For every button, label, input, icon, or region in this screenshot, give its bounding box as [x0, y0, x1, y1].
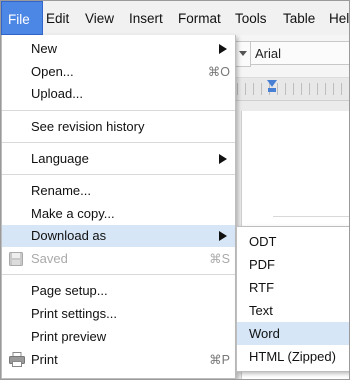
app-window: File Edit View Insert Format Tools Table…: [0, 0, 350, 380]
menu-edit[interactable]: Edit: [46, 1, 69, 35]
menu-table[interactable]: Table: [283, 1, 315, 35]
file-menu: New Open... ⌘O Upload... See revision hi…: [1, 35, 236, 379]
menu-item-label: Page setup...: [31, 283, 108, 298]
menu-item-label: Print settings...: [31, 306, 117, 321]
menu-separator: [2, 110, 235, 111]
download-html-zipped[interactable]: HTML (Zipped): [237, 345, 349, 368]
menu-item-page-setup[interactable]: Page setup...: [2, 280, 235, 302]
menu-item-label: Make a copy...: [31, 206, 115, 221]
menu-item-make-copy[interactable]: Make a copy...: [2, 203, 235, 225]
submenu-item-label: Text: [249, 303, 273, 318]
menu-item-download-as[interactable]: Download as: [2, 225, 235, 247]
menu-item-label: Upload...: [31, 86, 84, 101]
download-rtf[interactable]: RTF: [237, 276, 349, 299]
menu-item-new[interactable]: New: [2, 38, 235, 60]
indent-marker-icon[interactable]: [267, 80, 277, 87]
menu-item-label: Print: [31, 352, 58, 367]
menu-item-label: Download as: [31, 228, 107, 243]
submenu-item-label: HTML (Zipped): [249, 349, 336, 364]
download-as-submenu: ODT PDF RTF Text Word HTML (Zipped): [236, 226, 349, 372]
menu-item-label: Language: [31, 151, 89, 166]
font-selector[interactable]: Arial: [250, 41, 349, 65]
download-pdf[interactable]: PDF: [237, 253, 349, 276]
menu-item-upload[interactable]: Upload...: [2, 83, 235, 105]
style-dropdown-caret[interactable]: [235, 41, 251, 67]
menu-item-label: See revision history: [31, 119, 145, 134]
menu-item-revision-history[interactable]: See revision history: [2, 116, 235, 138]
page-divider: [273, 216, 349, 217]
shortcut-label: ⌘P: [209, 353, 230, 367]
submenu-item-label: ODT: [249, 234, 277, 249]
menu-tools[interactable]: Tools: [235, 1, 267, 35]
menu-bar: File Edit View Insert Format Tools Table…: [1, 1, 349, 36]
menu-item-label: New: [31, 41, 58, 56]
menu-view[interactable]: View: [85, 1, 114, 35]
menu-separator: [2, 174, 235, 175]
submenu-arrow-icon: [219, 231, 227, 241]
submenu-item-label: Word: [249, 326, 280, 341]
download-odt[interactable]: ODT: [237, 230, 349, 253]
menu-insert[interactable]: Insert: [129, 1, 163, 35]
menu-item-print-settings[interactable]: Print settings...: [2, 303, 235, 325]
submenu-item-label: PDF: [249, 257, 275, 272]
printer-icon: [9, 352, 25, 370]
menu-item-label: Print preview: [31, 329, 107, 344]
menu-item-print[interactable]: Print ⌘P: [2, 349, 235, 371]
menu-separator: [2, 274, 235, 275]
menu-item-label: Open...: [31, 64, 74, 79]
menu-item-print-preview[interactable]: Print preview: [2, 326, 235, 348]
shortcut-label: ⌘S: [209, 252, 230, 266]
menu-item-rename[interactable]: Rename...: [2, 180, 235, 202]
menu-item-saved: Saved ⌘S: [2, 248, 235, 270]
menu-item-open[interactable]: Open... ⌘O: [2, 61, 235, 83]
submenu-arrow-icon: [219, 44, 227, 54]
download-word[interactable]: Word: [237, 322, 349, 345]
menu-file[interactable]: File: [1, 1, 43, 35]
submenu-item-label: RTF: [249, 280, 275, 295]
menu-item-label: Rename...: [31, 183, 91, 198]
floppy-disk-icon: [9, 252, 23, 269]
menu-help[interactable]: Hel: [329, 1, 349, 35]
download-text[interactable]: Text: [237, 299, 349, 322]
submenu-arrow-icon: [219, 154, 227, 164]
menu-separator: [2, 142, 235, 143]
ruler-ticks: [237, 83, 349, 95]
shortcut-label: ⌘O: [207, 65, 230, 79]
menu-format[interactable]: Format: [178, 1, 221, 35]
menu-item-language[interactable]: Language: [2, 148, 235, 170]
menu-item-label: Saved: [31, 251, 68, 266]
first-line-indent-icon[interactable]: [268, 88, 276, 92]
